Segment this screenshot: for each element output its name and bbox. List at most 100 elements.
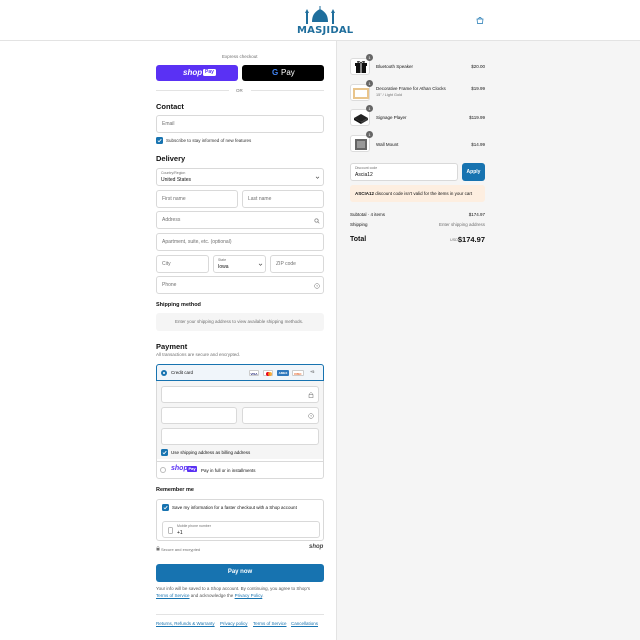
shop-pay-option[interactable]: shop Pay Pay in full or in installments [156, 462, 324, 479]
divider-left [156, 90, 229, 91]
name-on-card-field[interactable] [161, 428, 319, 445]
first-name-field[interactable]: First name [156, 190, 238, 208]
checkout-form: Express checkout shop Pay G Pay OR Conta… [0, 41, 336, 640]
frame-icon [353, 88, 369, 99]
expiration-field[interactable] [161, 407, 237, 424]
total-value: $174.97 [457, 235, 485, 244]
cart-item-price: $19.99 [471, 86, 485, 91]
save-info-checkbox[interactable] [162, 504, 169, 511]
discount-error-banner: ASCIA12 discount code isn't valid for th… [350, 185, 485, 202]
cart-item-price: $20.00 [471, 64, 485, 69]
divider-right [251, 90, 324, 91]
shop-pay-radio[interactable] [160, 467, 166, 473]
svg-text:?: ? [310, 414, 312, 418]
card-number-field[interactable] [161, 386, 319, 403]
credit-card-radio[interactable] [161, 370, 167, 376]
last-name-field[interactable]: Last name [242, 190, 324, 208]
shop-pay-wordmark: shop [183, 68, 203, 77]
cart-item-name: Signage Player [376, 115, 407, 120]
shipping-label: Shipping [350, 222, 368, 227]
mobile-phone-value: +1 [177, 530, 183, 536]
apartment-placeholder: Apartment, suite, etc. (optional) [162, 239, 232, 245]
city-field[interactable]: City [156, 255, 209, 273]
google-pay-label: Pay [281, 68, 295, 77]
privacy-link[interactable]: Privacy Policy [235, 593, 263, 598]
shipping-method-placeholder: Enter your shipping address to view avai… [156, 313, 324, 331]
more-cards-label: +5 [310, 370, 315, 374]
secure-label: Secure and encrypted [161, 547, 201, 552]
billing-checkbox[interactable] [161, 449, 168, 456]
payment-heading: Payment [156, 342, 188, 351]
gift-box-icon [355, 61, 367, 73]
email-field[interactable]: Email [156, 115, 324, 133]
phone-placeholder: Phone [162, 282, 177, 288]
total-label: Total [350, 236, 367, 243]
phone-field[interactable]: Phone ? [156, 276, 324, 294]
billing-label: Use shipping address as billing address [171, 450, 251, 455]
checkmark-icon [162, 450, 167, 455]
masjidal-logo[interactable]: MASJIDAL [297, 6, 353, 36]
subscribe-checkbox[interactable] [156, 137, 163, 144]
footer-link-terms[interactable]: Terms of Service [253, 621, 287, 626]
state-value: Iowa [218, 264, 229, 270]
svg-text:?: ? [316, 284, 318, 288]
credit-card-option[interactable]: Credit card VISA AMEX DISC +5 [156, 364, 324, 381]
footer-link-cancellations[interactable]: Cancellations [291, 621, 318, 626]
shipping-value: Enter shipping address [438, 222, 485, 227]
amex-icon: AMEX [277, 370, 289, 376]
cart-item-name: Bluetooth Speaker [376, 64, 414, 69]
shop-pay-option-label: Pay in full or in installments [201, 468, 256, 473]
quantity-badge: 1 [366, 54, 373, 61]
apartment-field[interactable]: Apartment, suite, etc. (optional) [156, 233, 324, 251]
address-field[interactable]: Address [156, 211, 324, 229]
country-value: United States [161, 177, 192, 183]
checkmark-icon [163, 505, 168, 510]
help-circle-icon[interactable]: ? [308, 413, 314, 419]
subtotal-label: Subtotal · 4 items [350, 212, 386, 217]
apply-discount-button[interactable]: Apply [462, 163, 485, 181]
help-circle-icon[interactable]: ? [314, 283, 320, 289]
shopping-bag-icon[interactable] [476, 16, 484, 24]
city-placeholder: City [162, 261, 171, 267]
cart-item-name: Decorative Frame for Athan Clocks [376, 86, 446, 91]
checkmark-icon [157, 138, 162, 143]
radio-dot [163, 372, 165, 374]
state-label: State [218, 258, 227, 262]
remember-me-heading: Remember me [156, 487, 194, 493]
pay-now-button[interactable]: Pay now [156, 564, 324, 582]
wall-mount-icon [355, 139, 367, 150]
discount-code-field[interactable]: Discount code Ascia12 [350, 163, 458, 181]
shop-pay-badge: Pay [203, 69, 216, 76]
zip-field[interactable]: ZIP code [270, 255, 324, 273]
shipping-message: Enter your shipping address to view avai… [175, 319, 304, 324]
mobile-phone-field[interactable]: Mobile phone number +1 [162, 521, 320, 538]
lock-icon [156, 546, 160, 551]
state-select[interactable]: State Iowa [213, 255, 266, 273]
last-name-placeholder: Last name [248, 196, 272, 202]
quantity-badge: 1 [366, 131, 373, 138]
mastercard-icon [263, 370, 273, 376]
shop-pay-button[interactable]: shop Pay [156, 65, 238, 81]
mobile-phone-icon [168, 527, 173, 534]
cart-item-variant: 15" / Light Gold [376, 93, 403, 97]
quantity-badge: 1 [366, 105, 373, 112]
shop-pay-option-logo: shop [171, 465, 188, 472]
delivery-heading: Delivery [156, 154, 186, 163]
payment-subtitle: All transactions are secure and encrypte… [156, 352, 241, 357]
legal-text: Your info will be saved to a Shop accoun… [156, 586, 324, 599]
remember-me-box: Save my information for a faster checkou… [156, 499, 324, 541]
cart-item-price: $119.99 [469, 115, 485, 120]
email-placeholder: Email [162, 121, 175, 127]
terms-link[interactable]: Terms of Service [156, 593, 190, 598]
first-name-placeholder: First name [162, 196, 186, 202]
footer-link-refunds[interactable]: Returns, Refunds & Warranty [156, 621, 215, 626]
security-code-field[interactable]: ? [242, 407, 319, 424]
subtotal-value: $174.97 [468, 212, 485, 217]
footer-link-privacy[interactable]: Privacy policy [220, 621, 248, 626]
google-g-icon: G [272, 68, 279, 77]
cart-item-price: $14.99 [471, 142, 485, 147]
search-icon [314, 218, 320, 224]
country-select[interactable]: Country/Region United States [156, 168, 324, 186]
google-pay-button[interactable]: G Pay [242, 65, 324, 81]
chevron-down-icon [315, 176, 320, 179]
